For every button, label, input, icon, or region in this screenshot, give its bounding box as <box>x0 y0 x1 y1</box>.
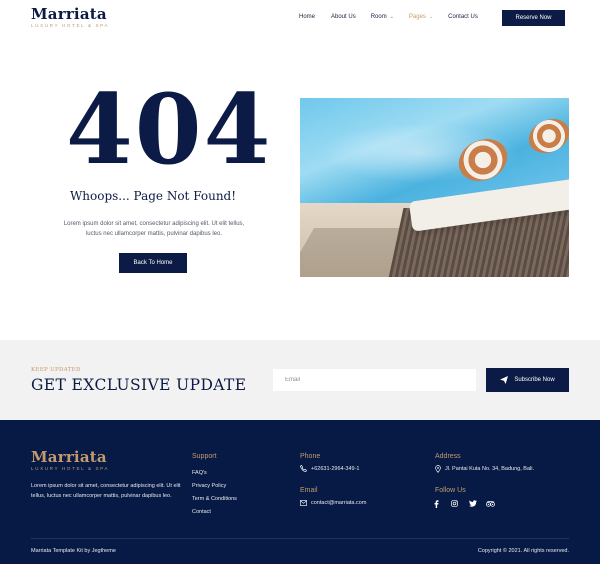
pool-lounger-photo <box>300 98 569 277</box>
chevron-down-icon: ⌄ <box>389 14 394 20</box>
logo-tagline: LUXURY HOTEL & SPA <box>31 466 110 471</box>
address-text: Jl. Pantai Kuta No. 34, Badung, Bali. <box>445 466 534 472</box>
newsletter-kicker: KEEP UPDATED <box>31 367 81 373</box>
follow-heading: Follow Us <box>435 487 466 494</box>
envelope-icon <box>300 500 307 506</box>
footer-about-text: Lorem ipsum dolor sit amet, consectetur … <box>31 483 181 499</box>
logo-tagline: LUXURY HOTEL & SPA <box>31 23 110 28</box>
nav-label: Pages <box>408 14 426 20</box>
address-heading: Address <box>435 453 461 460</box>
address-contact: Jl. Pantai Kuta No. 34, Badung, Bali. <box>435 465 534 473</box>
email-input[interactable] <box>273 369 476 391</box>
site-header: Marriata LUXURY HOTEL & SPA Home About U… <box>0 0 600 38</box>
email-address: contact@marriata.com <box>311 500 367 506</box>
nav-label: About Us <box>331 14 356 20</box>
nav-label: Home <box>299 14 316 20</box>
logo-name: Marriata <box>31 5 107 23</box>
footer-link-contact[interactable]: Contact <box>192 509 211 515</box>
phone-icon <box>300 465 307 472</box>
footer-copyright: Copyright © 2021. All rights reserved. <box>477 548 569 554</box>
error-description: Lorem ipsum dolor sit amet, consectetur … <box>44 219 264 239</box>
facebook-icon[interactable] <box>432 499 441 508</box>
site-footer: Marriata LUXURY HOTEL & SPA Lorem ipsum … <box>0 420 600 564</box>
social-links <box>432 499 504 508</box>
nav-item-about[interactable]: About Us <box>331 14 356 20</box>
newsletter-title: GET EXCLUSIVE UPDATE <box>31 376 247 394</box>
footer-link-terms[interactable]: Term & Conditions <box>192 496 237 502</box>
subscribe-button[interactable]: Subscribe Now <box>486 368 569 392</box>
nav-item-home[interactable]: Home <box>299 14 315 20</box>
footer-divider <box>31 538 569 539</box>
footer-credit: Marriata Template Kit by Jegtheme <box>31 548 116 554</box>
twitter-icon[interactable] <box>468 499 477 508</box>
logo-name: Marriata <box>31 448 107 466</box>
support-heading: Support <box>192 453 217 460</box>
tripadvisor-icon[interactable] <box>486 499 495 508</box>
phone-heading: Phone <box>300 453 321 460</box>
footer-logo[interactable]: Marriata LUXURY HOTEL & SPA <box>31 448 110 472</box>
reserve-now-button[interactable]: Reserve Now <box>502 10 565 26</box>
phone-contact[interactable]: +62631-2964-349-1 <box>300 465 359 472</box>
map-pin-icon <box>435 465 441 473</box>
chevron-down-icon: ⌄ <box>428 14 434 20</box>
nav-label: Contact Us <box>448 14 478 20</box>
error-code: 404 <box>66 73 273 186</box>
error-title: Whoops... Page Not Found! <box>69 189 237 203</box>
error-text-line: luctus nec ullamcorper mattis, pulvinar … <box>85 231 223 237</box>
nav-item-room[interactable]: Room ⌄ <box>371 14 394 20</box>
site-logo[interactable]: Marriata LUXURY HOTEL & SPA <box>31 5 110 29</box>
error-text-line: Lorem ipsum dolor sit amet, consectetur … <box>63 221 245 227</box>
main-nav: Home About Us Room ⌄ Pages ⌄ Contact Us <box>299 14 478 20</box>
footer-link-privacy[interactable]: Privacy Policy <box>192 483 226 489</box>
nav-label: Room <box>370 14 387 20</box>
nav-item-contact[interactable]: Contact Us <box>448 14 478 20</box>
instagram-icon[interactable] <box>450 499 459 508</box>
email-contact[interactable]: contact@marriata.com <box>300 500 366 506</box>
paper-plane-icon <box>500 376 509 384</box>
footer-link-faqs[interactable]: FAQ's <box>192 470 207 476</box>
subscribe-label: Subscribe Now <box>514 377 555 383</box>
nav-item-pages[interactable]: Pages ⌄ <box>409 14 433 20</box>
back-to-home-button[interactable]: Back To Home <box>119 253 187 273</box>
phone-number: +62631-2964-349-1 <box>311 465 360 472</box>
email-heading: Email <box>300 487 318 494</box>
